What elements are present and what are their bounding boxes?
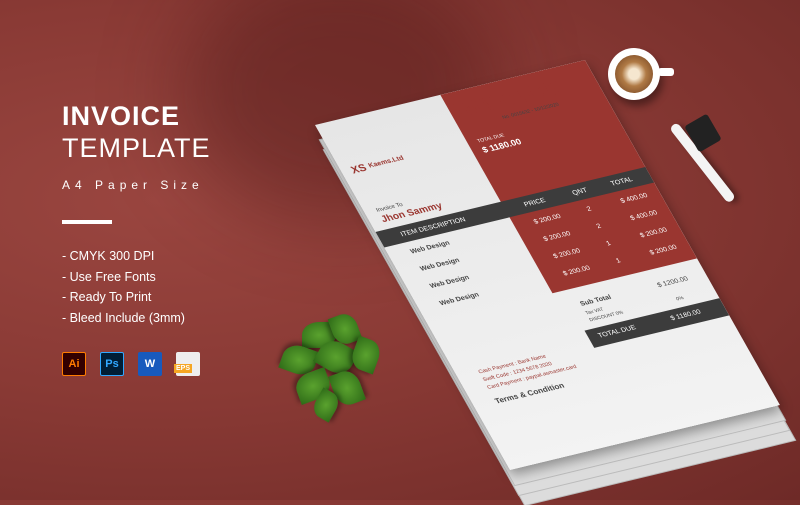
photoshop-icon: Ps xyxy=(100,352,124,376)
illustrator-icon: Ai xyxy=(62,352,86,376)
basil-plant-icon xyxy=(272,310,392,423)
feature-item: - CMYK 300 DPI xyxy=(62,249,155,263)
item-name: Web Design xyxy=(409,240,452,256)
divider xyxy=(62,220,112,224)
software-icons: Ai Ps W EPS xyxy=(62,352,211,376)
eps-label: EPS xyxy=(174,364,193,373)
sub-total-value: $ 1200.00 xyxy=(656,275,690,289)
coffee-cup-icon xyxy=(608,48,660,100)
feature-item: - Use Free Fonts xyxy=(62,269,156,284)
item-name: Web Design xyxy=(438,291,481,308)
feature-list: - CMYK 300 DPI - Use Free Fonts - Ready … xyxy=(62,246,211,328)
feature-item: - Ready To Print xyxy=(62,290,152,304)
promo-text: INVOICE TEMPLATE A4 Paper Size - CMYK 30… xyxy=(62,100,211,376)
grand-total-bar xyxy=(584,298,730,348)
cup-handle xyxy=(658,68,674,76)
headline-line1: INVOICE xyxy=(62,101,181,131)
subtitle: A4 Paper Size xyxy=(62,178,204,192)
item-name: Web Design xyxy=(428,274,471,290)
headline-line2: TEMPLATE xyxy=(62,133,211,163)
word-icon: W xyxy=(138,352,162,376)
discount-value: 0% xyxy=(675,295,685,303)
company-logo: XS xyxy=(349,162,370,177)
item-name: Web Design xyxy=(419,257,461,273)
feature-item: - Bleed Include (3mm) xyxy=(62,310,185,325)
company-name: Kaems.Ltd xyxy=(367,155,406,170)
sub-total-label: Sub Total xyxy=(579,294,613,308)
eps-file-icon: EPS xyxy=(174,352,200,376)
